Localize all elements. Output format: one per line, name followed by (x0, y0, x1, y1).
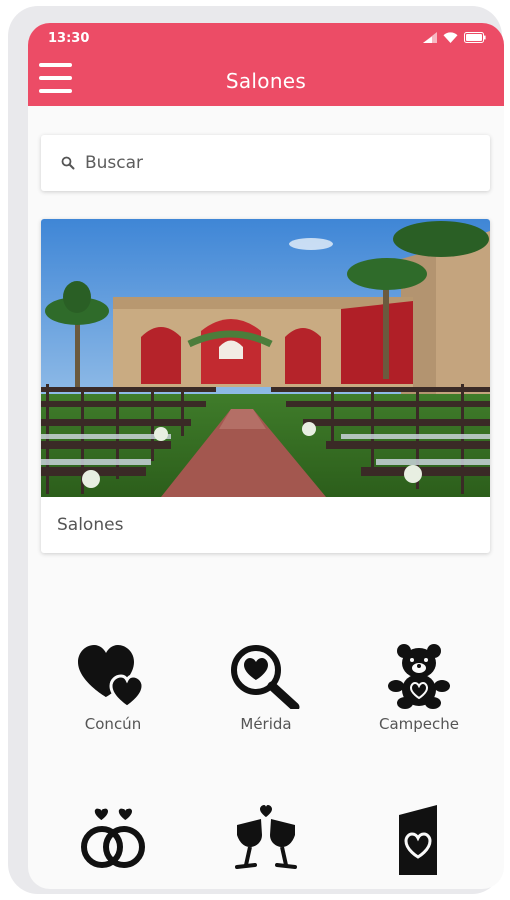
toast-glasses-icon (235, 805, 297, 869)
status-icons (423, 32, 486, 43)
wedding-venue-photo (41, 219, 490, 497)
teddy-bear-icon (388, 644, 450, 709)
category-label: Concún (84, 715, 142, 733)
app-bar: 13:30 Salones (28, 23, 504, 106)
card-title: Salones (57, 515, 124, 535)
category-toast[interactable] (191, 805, 341, 871)
category-label: Mérida (240, 715, 292, 733)
category-rings[interactable] (38, 805, 188, 871)
heart-card-icon (399, 805, 437, 875)
category-merida[interactable]: Mérida (191, 643, 341, 733)
page-title: Salones (225, 69, 307, 93)
search-input[interactable] (83, 152, 467, 174)
category-card[interactable] (344, 805, 494, 875)
featured-card[interactable]: Salones (41, 219, 490, 553)
battery-icon (464, 32, 486, 43)
wedding-rings-icon (81, 808, 145, 868)
heart-magnifier-icon (231, 645, 300, 709)
status-time: 13:30 (48, 31, 90, 46)
signal-icon (423, 32, 437, 43)
category-campeche[interactable]: Campeche (344, 643, 494, 733)
category-label: Campeche (378, 715, 459, 733)
search-icon (61, 156, 75, 170)
search-bar[interactable] (41, 135, 490, 191)
wifi-icon (443, 32, 458, 43)
category-cancun[interactable]: Concún (38, 643, 188, 733)
app-screen: 13:30 Salones Buscar Salones Concún Méri… (28, 23, 504, 889)
hearts-icon (78, 645, 145, 709)
phone-frame: 13:30 Salones Buscar Salones Concún Méri… (8, 6, 504, 894)
